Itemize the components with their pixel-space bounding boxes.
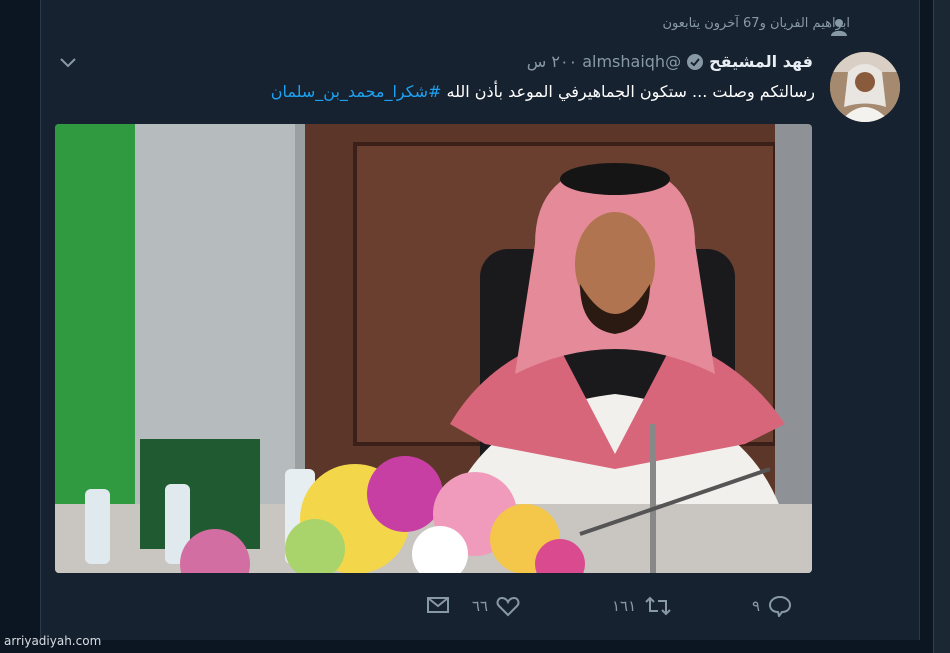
author-handle[interactable]: @almshaiqh bbox=[582, 52, 681, 71]
retweet-count: ١٦١ bbox=[612, 597, 637, 615]
tweet-body: رسالتكم وصلت ... ستكون الجماهيرفي الموعد… bbox=[446, 82, 816, 101]
verified-badge-icon bbox=[687, 53, 704, 70]
chevron-down-icon[interactable] bbox=[58, 54, 78, 70]
author-name[interactable]: فهد المشيقح bbox=[709, 52, 813, 71]
scrollbar[interactable] bbox=[933, 0, 950, 653]
retweet-icon bbox=[645, 596, 671, 616]
like-count: ٦٦ bbox=[472, 597, 489, 615]
tweet-photo[interactable] bbox=[55, 124, 812, 573]
reply-count: ٩ bbox=[752, 597, 761, 615]
avatar[interactable] bbox=[830, 52, 900, 122]
source-credit: arriyadiyah.com bbox=[4, 634, 102, 648]
tweet-header: فهد المشيقح @almshaiqh ٢٠٠ س bbox=[527, 52, 813, 71]
hashtag-link[interactable]: #شكرا_محمد_بن_سلمان bbox=[271, 82, 442, 101]
reply-action[interactable]: ٩ bbox=[752, 595, 792, 617]
timestamp[interactable]: ٢٠٠ س bbox=[527, 52, 577, 71]
like-icon bbox=[496, 596, 520, 617]
tweet-actions: ٩ ١٦١ ٦٦ bbox=[422, 595, 822, 621]
tweet-text: رسالتكم وصلت ... ستكون الجماهيرفي الموعد… bbox=[85, 81, 815, 103]
social-context: ابراهيم الفريان و67 آخرون يتابعون bbox=[662, 16, 850, 31]
reply-icon bbox=[769, 595, 792, 617]
message-action[interactable] bbox=[426, 595, 450, 615]
message-icon bbox=[427, 597, 449, 613]
like-action[interactable]: ٦٦ bbox=[472, 595, 520, 617]
retweet-action[interactable]: ١٦١ bbox=[612, 595, 672, 617]
